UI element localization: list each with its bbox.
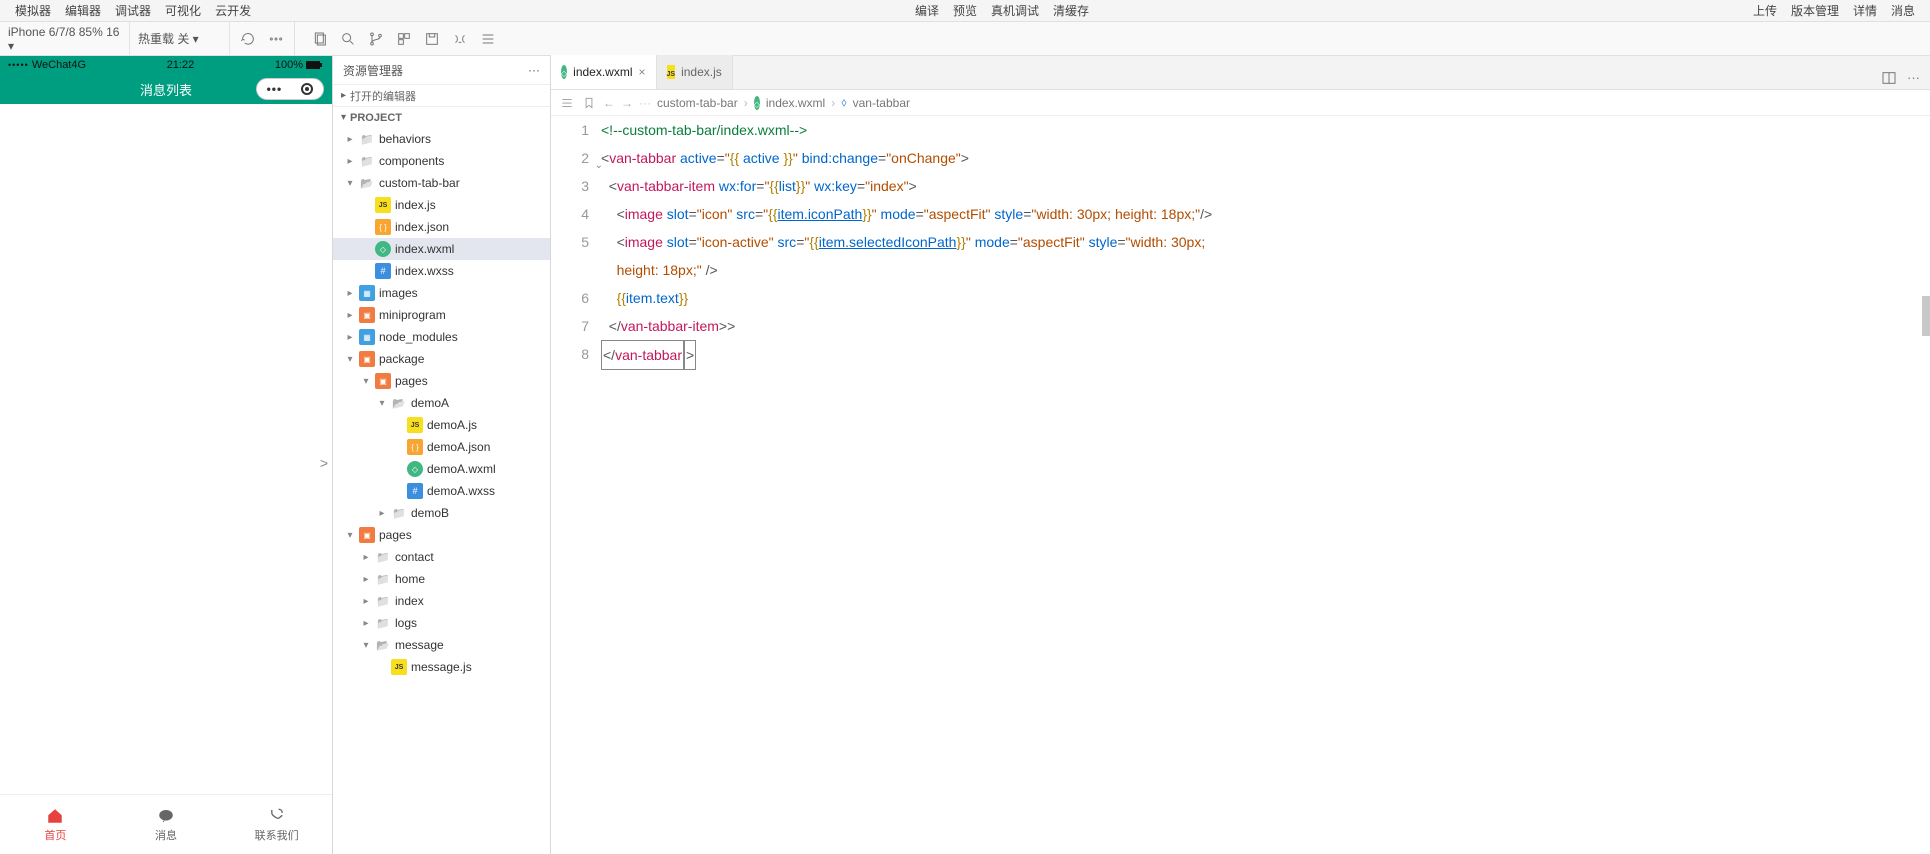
simulator-panel: WeChat4G 21:22 100% 消息列表 ••• 首页消息联系我们 > (0, 56, 333, 854)
battery-label: 100% (275, 59, 303, 71)
open-editors-section[interactable]: ▸打开的编辑器 (333, 84, 550, 106)
menu-真机调试[interactable]: 真机调试 (984, 2, 1046, 19)
tree-index[interactable]: ▸index (333, 590, 550, 612)
tree-contact[interactable]: ▸contact (333, 546, 550, 568)
carrier-label: WeChat4G (32, 59, 86, 71)
tree-custom-tab-bar[interactable]: ▾custom-tab-bar (333, 172, 550, 194)
refresh-icon[interactable] (234, 25, 262, 53)
menu-预览[interactable]: 预览 (946, 2, 984, 19)
menu-上传[interactable]: 上传 (1746, 2, 1784, 19)
close-icon[interactable]: × (639, 65, 646, 79)
explorer-more-icon[interactable]: ··· (528, 63, 540, 77)
hot-reload-toggle[interactable]: 热重载 关 ▾ (130, 22, 230, 55)
menu-编译[interactable]: 编译 (908, 2, 946, 19)
tree-package[interactable]: ▾package (333, 348, 550, 370)
explorer-title: 资源管理器 (343, 62, 403, 79)
tabbar-联系我们[interactable]: 联系我们 (221, 795, 332, 854)
tree-demoA.wxml[interactable]: demoA.wxml (333, 458, 550, 480)
code-editor[interactable]: 1⌄2345678 <!--custom-tab-bar/index.wxml-… (551, 116, 1930, 854)
sim-nav-bar: 消息列表 ••• (0, 74, 332, 104)
top-menu: 模拟器编辑器调试器可视化云开发 编译预览真机调试清缓存 上传版本管理详情消息 (0, 0, 1930, 22)
tree-pages[interactable]: ▾pages (333, 370, 550, 392)
tree-message.js[interactable]: message.js (333, 656, 550, 678)
branch-icon[interactable] (362, 25, 390, 53)
wxml-file-icon (754, 96, 760, 110)
js-file-icon (667, 65, 676, 79)
tree-demoA[interactable]: ▾demoA (333, 392, 550, 414)
capsule-menu-icon: ••• (267, 82, 283, 96)
bookmark-icon[interactable] (581, 95, 597, 111)
editor-panel: index.wxml×index.js ··· ← → ··· custom-t… (551, 56, 1930, 854)
tree-demoA.wxss[interactable]: demoA.wxss (333, 480, 550, 502)
menu-云开发[interactable]: 云开发 (208, 2, 258, 19)
sim-status-bar: WeChat4G 21:22 100% (0, 56, 332, 74)
tree-node_modules[interactable]: ▸node_modules (333, 326, 550, 348)
tree-miniprogram[interactable]: ▸miniprogram (333, 304, 550, 326)
tree-demoA.js[interactable]: demoA.js (333, 414, 550, 436)
sub-toolbar: iPhone 6/7/8 85% 16 ▾ 热重载 关 ▾ (0, 22, 1930, 56)
crumb-symbol-icon: ⬨ (841, 95, 846, 110)
wxml-file-icon (561, 65, 567, 79)
tree-index.json[interactable]: index.json (333, 216, 550, 238)
save-icon[interactable] (418, 25, 446, 53)
crumb-file[interactable]: index.wxml (766, 96, 825, 110)
tree-index.wxss[interactable]: index.wxss (333, 260, 550, 282)
tree-message[interactable]: ▾message (333, 634, 550, 656)
menu-版本管理[interactable]: 版本管理 (1784, 2, 1846, 19)
capsule-button[interactable]: ••• (256, 78, 324, 100)
sim-tabbar: 首页消息联系我们 (0, 794, 332, 854)
more-icon[interactable] (262, 25, 290, 53)
debug-icon[interactable] (390, 25, 418, 53)
tabbar-消息[interactable]: 消息 (111, 795, 222, 854)
collapse-sim-icon[interactable]: > (320, 455, 328, 471)
page-title: 消息列表 (140, 80, 192, 99)
sim-clock: 21:22 (167, 59, 195, 71)
device-selector[interactable]: iPhone 6/7/8 85% 16 ▾ (0, 22, 130, 55)
editor-more-icon[interactable]: ··· (1907, 70, 1920, 89)
explorer-panel: 资源管理器 ··· ▸打开的编辑器 ▾PROJECT ▸behaviors▸co… (333, 56, 551, 854)
editor-tabs: index.wxml×index.js ··· (551, 56, 1930, 90)
breadcrumbs[interactable]: ← → ··· custom-tab-bar› index.wxml› ⬨ va… (551, 90, 1930, 116)
menu-消息[interactable]: 消息 (1884, 2, 1922, 19)
menu-详情[interactable]: 详情 (1846, 2, 1884, 19)
tab-index.wxml[interactable]: index.wxml× (551, 55, 657, 89)
tree-images[interactable]: ▸images (333, 282, 550, 304)
list-icon[interactable] (559, 95, 575, 111)
split-editor-icon[interactable] (1881, 70, 1897, 89)
tree-index.js[interactable]: index.js (333, 194, 550, 216)
files-icon[interactable] (306, 25, 334, 53)
nav-back-icon[interactable]: ← (603, 96, 615, 110)
menu-可视化[interactable]: 可视化 (158, 2, 208, 19)
scrollbar-thumb[interactable] (1922, 296, 1930, 336)
tab-index.js[interactable]: index.js (657, 55, 733, 89)
tree-behaviors[interactable]: ▸behaviors (333, 128, 550, 150)
terminal-icon[interactable] (446, 25, 474, 53)
tree-home[interactable]: ▸home (333, 568, 550, 590)
tree-demoB[interactable]: ▸demoB (333, 502, 550, 524)
tree-logs[interactable]: ▸logs (333, 612, 550, 634)
nav-fwd-icon[interactable]: → (621, 96, 633, 110)
crumb-symbol[interactable]: van-tabbar (853, 96, 910, 110)
tabbar-首页[interactable]: 首页 (0, 795, 111, 854)
project-section[interactable]: ▾PROJECT (333, 106, 550, 128)
menu-模拟器[interactable]: 模拟器 (8, 2, 58, 19)
menu-调试器[interactable]: 调试器 (108, 2, 158, 19)
capsule-close-icon (301, 83, 313, 95)
crumb-folder[interactable]: custom-tab-bar (657, 96, 738, 110)
tree-demoA.json[interactable]: demoA.json (333, 436, 550, 458)
tree-components[interactable]: ▸components (333, 150, 550, 172)
search-icon[interactable] (334, 25, 362, 53)
menu-编辑器[interactable]: 编辑器 (58, 2, 108, 19)
tree-pages[interactable]: ▾pages (333, 524, 550, 546)
menu-icon[interactable] (474, 25, 502, 53)
tree-index.wxml[interactable]: index.wxml (333, 238, 550, 260)
menu-清缓存[interactable]: 清缓存 (1046, 2, 1096, 19)
